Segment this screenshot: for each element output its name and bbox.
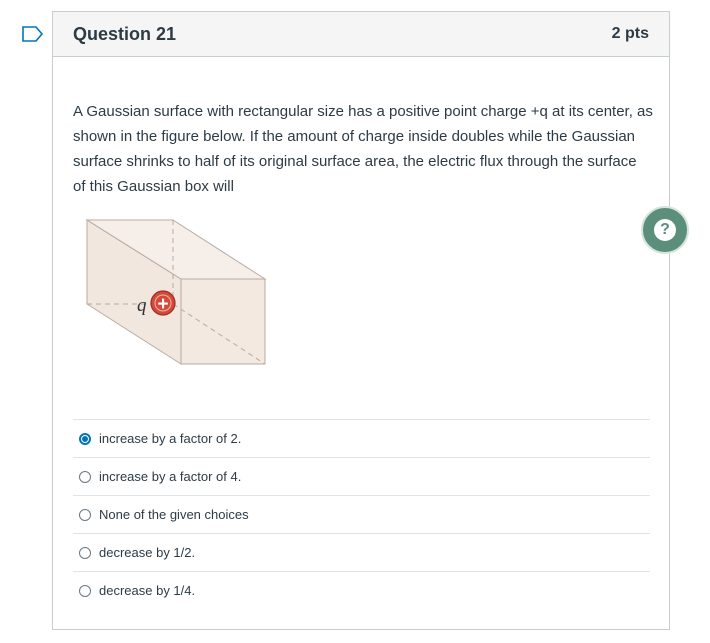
answer-label: increase by a factor of 4. xyxy=(99,469,242,484)
question-mark-icon: ? xyxy=(654,219,676,241)
answer-option[interactable]: increase by a factor of 4. xyxy=(73,457,650,495)
help-button[interactable]: ? xyxy=(641,206,689,254)
radio-button[interactable] xyxy=(79,546,91,559)
charge-sign: + xyxy=(157,294,168,315)
radio-button[interactable] xyxy=(79,508,91,521)
answer-option[interactable]: None of the given choices xyxy=(73,495,650,533)
answer-list: increase by a factor of 2. increase by a… xyxy=(73,419,650,609)
box-front-face xyxy=(180,278,266,365)
answer-option[interactable]: decrease by 1/2. xyxy=(73,533,650,571)
question-card: Question 21 2 pts A Gaussian surface wit… xyxy=(52,11,670,630)
question-points: 2 pts xyxy=(611,25,649,42)
answer-option[interactable]: increase by a factor of 2. xyxy=(73,419,650,457)
radio-button[interactable] xyxy=(79,432,91,445)
charge-label: q xyxy=(137,295,147,316)
bookmark-flag-icon[interactable] xyxy=(22,26,44,42)
answer-label: increase by a factor of 2. xyxy=(99,431,242,446)
answer-label: None of the given choices xyxy=(99,507,249,522)
gaussian-box-figure: q + xyxy=(85,219,267,365)
radio-button[interactable] xyxy=(79,470,91,483)
question-text: A Gaussian surface with rectangular size… xyxy=(73,103,653,195)
answer-option[interactable]: decrease by 1/4. xyxy=(73,571,650,609)
answer-label: decrease by 1/2. xyxy=(99,545,196,560)
answer-label: decrease by 1/4. xyxy=(99,583,196,598)
question-title: Question 21 xyxy=(73,23,177,44)
question-header: Question 21 2 pts xyxy=(53,12,669,57)
radio-button[interactable] xyxy=(79,584,91,597)
